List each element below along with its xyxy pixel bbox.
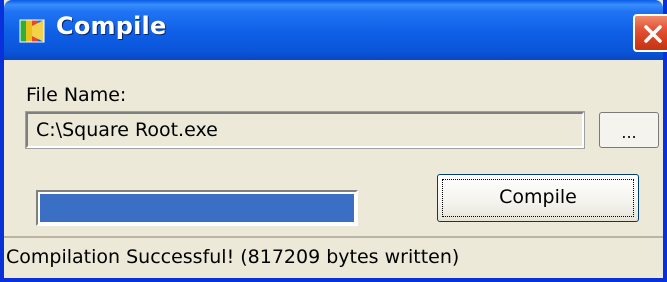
browse-button[interactable]: ...	[599, 112, 659, 148]
progress-fill	[40, 194, 354, 222]
progress-bar	[36, 190, 358, 226]
compile-dialog: Compile File Name: C:\Square Root.exe ..…	[0, 0, 667, 282]
status-bar: Compilation Successful! (817209 bytes wr…	[4, 236, 663, 278]
file-name-field[interactable]: C:\Square Root.exe	[25, 111, 585, 149]
title-bar[interactable]: Compile	[4, 0, 667, 60]
compile-button-label: Compile	[499, 186, 577, 208]
dialog-body: File Name: C:\Square Root.exe ... Compil…	[4, 60, 663, 278]
app-icon	[18, 18, 46, 44]
file-name-label: File Name:	[26, 84, 127, 106]
status-text: Compilation Successful! (817209 bytes wr…	[6, 246, 460, 268]
window-title: Compile	[56, 12, 167, 40]
close-button[interactable]	[633, 14, 667, 52]
compile-button[interactable]: Compile	[437, 174, 639, 222]
